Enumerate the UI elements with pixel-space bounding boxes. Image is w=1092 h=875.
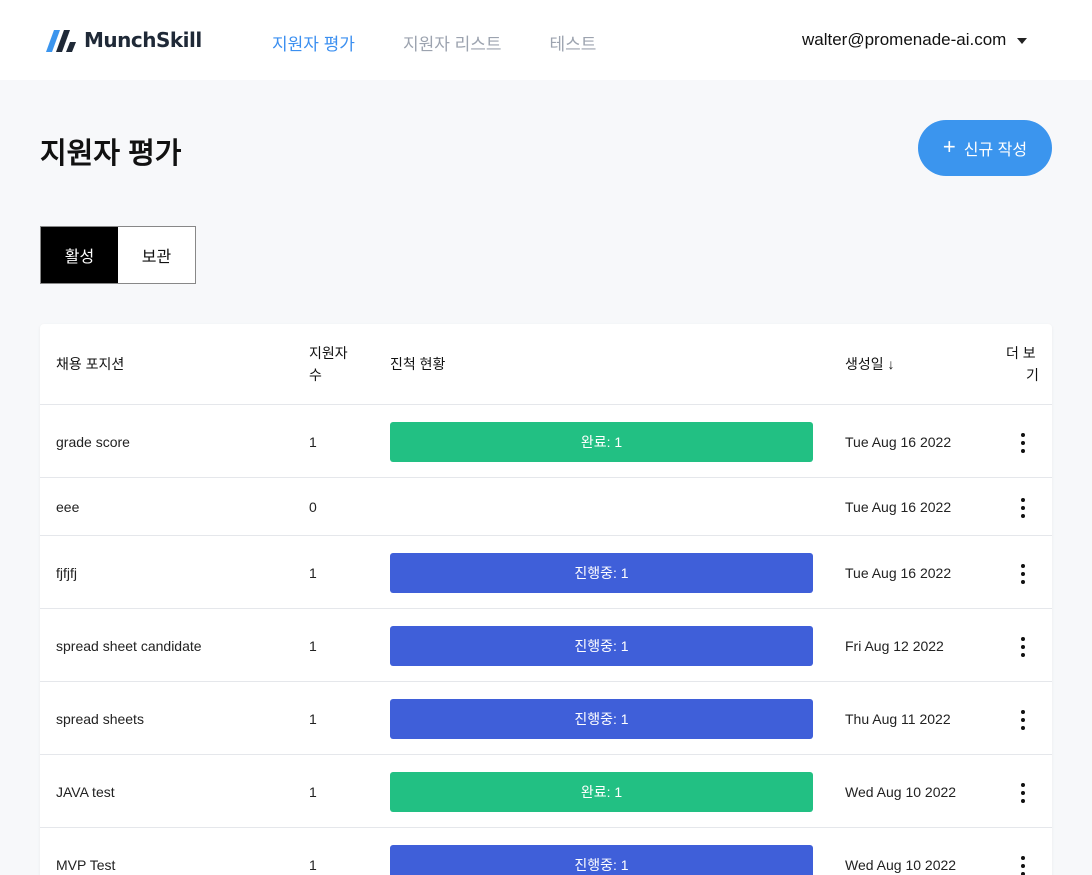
table-row[interactable]: grade score 1 완료: 1 Tue Aug 16 2022: [40, 405, 1052, 478]
cell-applicant-count: 1: [309, 784, 317, 800]
cell-position: MVP Test: [56, 857, 116, 873]
table-row[interactable]: eee 0 Tue Aug 16 2022: [40, 478, 1052, 536]
tab-archived[interactable]: 보관: [118, 227, 195, 283]
brand-logo[interactable]: MunchSkill: [40, 26, 202, 54]
header-progress: 진척 현황: [390, 356, 446, 372]
header-position: 채용 포지션: [56, 356, 125, 372]
status-done-bar: 완료: 1: [390, 772, 813, 812]
cell-created-date: Tue Aug 16 2022: [845, 434, 952, 450]
table-body: grade score 1 완료: 1 Tue Aug 16 2022 eee 0 Tue …: [40, 405, 1052, 875]
cell-created-date: Fri Aug 12 2022: [845, 638, 944, 654]
status-done-bar: 완료: 1: [390, 422, 813, 462]
header-more-line1: 더 보: [1006, 345, 1036, 361]
munchskill-logo-icon: [46, 30, 76, 52]
caret-down-icon: [1017, 38, 1028, 44]
cell-applicant-count: 1: [309, 711, 317, 727]
cell-applicant-count: 0: [309, 499, 317, 515]
nav-test[interactable]: 테스트: [550, 30, 597, 55]
more-options-icon[interactable]: [1015, 710, 1031, 730]
cell-applicant-count: 1: [309, 565, 317, 581]
header-count-line1: 지원자: [309, 345, 348, 361]
nav-applicant-evaluation[interactable]: 지원자 평가: [272, 30, 355, 55]
cell-applicant-count: 1: [309, 434, 317, 450]
cell-applicant-count: 1: [309, 857, 317, 873]
status-in-progress-bar: 진행중: 1: [390, 845, 813, 875]
more-options-icon[interactable]: [1015, 433, 1031, 453]
cell-created-date: Tue Aug 16 2022: [845, 499, 952, 515]
cell-position: fjfjfj: [56, 565, 77, 581]
table-row[interactable]: fjfjfj 1 진행중: 1 Tue Aug 16 2022: [40, 536, 1052, 609]
cell-created-date: Thu Aug 11 2022: [845, 711, 951, 727]
cell-applicant-count: 1: [309, 638, 317, 654]
main-nav: 지원자 평가 지원자 리스트 테스트: [272, 30, 644, 55]
user-menu[interactable]: walter@promenade-ai.com: [802, 30, 1028, 50]
more-options-icon[interactable]: [1015, 856, 1031, 875]
table-row[interactable]: JAVA test 1 완료: 1 Wed Aug 10 2022: [40, 755, 1052, 828]
status-in-progress-bar: 진행중: 1: [390, 626, 813, 666]
nav-applicant-list[interactable]: 지원자 리스트: [403, 30, 502, 55]
new-button-label: 신규 작성: [963, 142, 1028, 159]
table-row[interactable]: spread sheet candidate 1 진행중: 1 Fri Aug 12 …: [40, 609, 1052, 682]
header-more-line2: 기: [1026, 367, 1039, 383]
cell-position: grade score: [56, 434, 130, 450]
header-created-sort[interactable]: 생성일 ↓: [845, 353, 895, 375]
status-in-progress-bar: 진행중: 1: [390, 699, 813, 739]
top-navbar: MunchSkill 지원자 평가 지원자 리스트 테스트 walter@pro…: [0, 0, 1092, 80]
cell-created-date: Wed Aug 10 2022: [845, 857, 957, 873]
evaluations-table: 채용 포지션 지원자 수 진척 현황 생성일 ↓ 더 보 기 grade sco…: [40, 324, 1052, 875]
cell-position: spread sheets: [56, 711, 144, 727]
more-options-icon[interactable]: [1015, 564, 1031, 584]
cell-position: JAVA test: [56, 784, 115, 800]
table-row[interactable]: MVP Test 1 진행중: 1 Wed Aug 10 2022: [40, 828, 1052, 875]
more-options-icon[interactable]: [1015, 783, 1031, 803]
table-header: 채용 포지션 지원자 수 진척 현황 생성일 ↓ 더 보 기: [40, 324, 1052, 405]
user-email: walter@promenade-ai.com: [802, 30, 1007, 49]
more-options-icon[interactable]: [1015, 498, 1031, 518]
new-evaluation-button[interactable]: + 신규 작성: [918, 120, 1052, 176]
header-count-line2: 수: [309, 367, 322, 383]
more-options-icon[interactable]: [1015, 637, 1031, 657]
brand-name: MunchSkill: [84, 28, 202, 52]
tab-active[interactable]: 활성: [41, 227, 118, 283]
status-toggle: 활성 보관: [40, 226, 196, 284]
table-row[interactable]: spread sheets 1 진행중: 1 Thu Aug 11 2022: [40, 682, 1052, 755]
cell-created-date: Wed Aug 10 2022: [845, 784, 957, 800]
status-in-progress-bar: 진행중: 1: [390, 553, 813, 593]
plus-icon: +: [942, 133, 956, 159]
cell-created-date: Tue Aug 16 2022: [845, 565, 952, 581]
cell-position: eee: [56, 499, 80, 515]
cell-position: spread sheet candidate: [56, 638, 202, 654]
page-title: 지원자 평가: [40, 138, 182, 170]
